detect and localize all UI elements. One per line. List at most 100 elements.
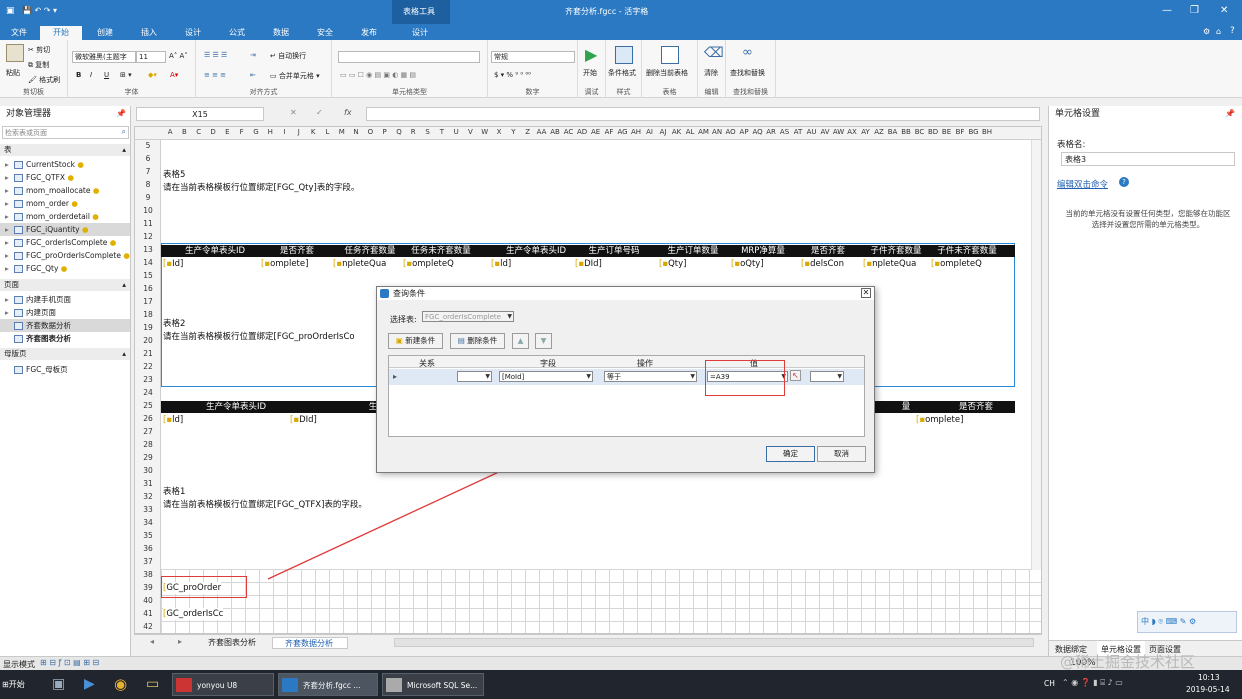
pin-icon[interactable]: 📌	[116, 109, 126, 118]
column-header[interactable]: Z	[521, 128, 535, 136]
close-button[interactable]: ✕	[1220, 5, 1228, 16]
column-header[interactable]: AJ	[656, 128, 670, 136]
column-header[interactable]: G	[249, 128, 263, 136]
bold-button[interactable]: B	[76, 71, 81, 79]
ime-toolbar[interactable]: 中 ◗ ⌾ ⌨ ✎ ⚙	[1137, 611, 1237, 633]
conditional-format-icon[interactable]	[615, 46, 633, 64]
grow-font-icon[interactable]: A˄ A˅	[169, 52, 188, 60]
column-header[interactable]: AI	[643, 128, 657, 136]
section-pages[interactable]: 页面 ▴	[0, 279, 130, 291]
tab-home[interactable]: 开始	[40, 26, 82, 40]
font-size-select[interactable]: 11	[136, 51, 166, 63]
tab-scroll-left-icon[interactable]: ◂	[150, 637, 154, 646]
column-header[interactable]: BD	[926, 128, 940, 136]
column-header[interactable]: BG	[967, 128, 981, 136]
column-header[interactable]: AN	[710, 128, 724, 136]
clear-button[interactable]: 清除	[704, 68, 718, 78]
column-header[interactable]: C	[192, 128, 206, 136]
field-combo[interactable]: [MoId]	[499, 371, 593, 382]
column-header[interactable]: Q	[392, 128, 406, 136]
binoculars-icon[interactable]: ∞	[742, 45, 753, 60]
row-header[interactable]: 20	[135, 336, 161, 345]
table-icon[interactable]	[661, 46, 679, 64]
column-header[interactable]: U	[449, 128, 463, 136]
start-debug-icon[interactable]: ▶	[585, 45, 597, 64]
quick-access-icons[interactable]: 💾 ↶ ↷ ▾	[22, 6, 57, 15]
page-item-2[interactable]: 齐套数据分析	[0, 319, 130, 332]
tab-file[interactable]: 文件	[4, 26, 34, 40]
status-icons[interactable]: ⊞ ⊟ ƒ ⊡ ▤ ⊞ ⊟	[40, 658, 99, 667]
row-header[interactable]: 19	[135, 323, 161, 332]
expand-icon[interactable]: ▸	[5, 293, 9, 306]
dialog-close-icon[interactable]: ✕	[861, 288, 871, 298]
row-header[interactable]: 32	[135, 492, 161, 501]
tab-design[interactable]: 设计	[176, 26, 210, 40]
row-header[interactable]: 25	[135, 401, 161, 410]
find-replace-button[interactable]: 查找和替换	[730, 68, 765, 78]
expand-icon[interactable]: ▸	[5, 262, 9, 275]
conditional-format-button[interactable]: 条件格式	[608, 68, 636, 78]
delete-table-button[interactable]: 删除当前表格	[646, 68, 688, 78]
row-header[interactable]: 27	[135, 427, 161, 436]
cell-ref-box[interactable]: X15	[136, 107, 264, 121]
column-header[interactable]: AP	[737, 128, 751, 136]
row-header[interactable]: 10	[135, 206, 161, 215]
column-header[interactable]: AM	[697, 128, 711, 136]
outdent-icon[interactable]: ⇤	[250, 71, 256, 79]
sheet-tab-data[interactable]: 齐套数据分析	[272, 637, 348, 649]
horizontal-scrollbar[interactable]	[394, 638, 1034, 647]
tab-publish[interactable]: 发布	[352, 26, 386, 40]
column-header[interactable]: AA	[535, 128, 549, 136]
settings-icon[interactable]: ⚙	[1203, 27, 1210, 36]
column-header[interactable]: V	[463, 128, 477, 136]
column-header[interactable]: AQ	[751, 128, 765, 136]
row-header[interactable]: 31	[135, 479, 161, 488]
move-up-button[interactable]: ▲	[512, 333, 529, 349]
column-header[interactable]: AV	[818, 128, 832, 136]
table-item-mom_order[interactable]: ▸ mom_order ●	[0, 197, 130, 210]
cell-a39[interactable]: [GC_proOrder	[163, 582, 222, 594]
logic-combo[interactable]	[810, 371, 844, 382]
table-item-mom_orderdetail[interactable]: ▸ mom_orderdetail ●	[0, 210, 130, 223]
celltype-icons[interactable]: ▭ ▭ ☐ ◉ ▤ ▣ ◐ ▦ ▤	[340, 71, 416, 79]
start-button[interactable]: ⊞开始	[2, 674, 32, 695]
column-header[interactable]: I	[277, 128, 291, 136]
halign-icons[interactable]: ≡ ≡ ≡	[204, 71, 226, 79]
minimize-button[interactable]: —	[1162, 5, 1172, 16]
column-header[interactable]: AY	[859, 128, 873, 136]
row-header[interactable]: 28	[135, 440, 161, 449]
tab-insert[interactable]: 插入	[132, 26, 166, 40]
column-header[interactable]: W	[478, 128, 492, 136]
cell-a41[interactable]: [GC_orderIsCc	[163, 608, 224, 620]
column-header[interactable]: J	[292, 128, 306, 136]
italic-button[interactable]: I	[90, 71, 92, 79]
column-header[interactable]: BE	[940, 128, 954, 136]
column-header[interactable]: D	[206, 128, 220, 136]
column-header[interactable]: L	[320, 128, 334, 136]
powershell-icon[interactable]: ▶	[84, 676, 95, 692]
row-header[interactable]: 37	[135, 557, 161, 566]
computer-icon[interactable]: ▣	[52, 676, 65, 692]
table-item-fgc_iquantity[interactable]: ▸ FGC_iQuantity ●	[0, 223, 130, 236]
tray-icons[interactable]: ⌃ ◉ ❓ ▮ ⌸ ♪ ▭	[1062, 678, 1123, 688]
new-condition-button[interactable]: ▣ 新建条件	[388, 333, 443, 349]
relation-combo[interactable]	[457, 371, 492, 382]
collapse-icon[interactable]: ▴	[122, 144, 126, 156]
tab-formula[interactable]: 公式	[220, 26, 254, 40]
row-header[interactable]: 17	[135, 297, 161, 306]
search-icon[interactable]: ⌕	[122, 127, 126, 137]
fill-color-icon[interactable]: ◆▾	[148, 71, 157, 79]
underline-button[interactable]: U	[104, 71, 109, 79]
table-name-input[interactable]: 表格3	[1061, 152, 1235, 166]
cut-button[interactable]: ✂ 剪切	[28, 45, 50, 55]
taskbar-sqlserver[interactable]: Microsoft SQL Se...	[382, 673, 484, 696]
column-header[interactable]: A	[163, 128, 177, 136]
table-item-fgc_qty[interactable]: ▸ FGC_Qty ●	[0, 262, 130, 275]
border-icon[interactable]: ⊞ ▾	[120, 71, 132, 79]
column-header[interactable]: AC	[562, 128, 576, 136]
column-header[interactable]: B	[177, 128, 191, 136]
row-header[interactable]: 22	[135, 362, 161, 371]
table-item-fgc_orderiscomplete[interactable]: ▸ FGC_orderIsComplete ●	[0, 236, 130, 249]
indent-icon[interactable]: ⇥	[250, 51, 256, 59]
row-header[interactable]: 24	[135, 388, 161, 397]
